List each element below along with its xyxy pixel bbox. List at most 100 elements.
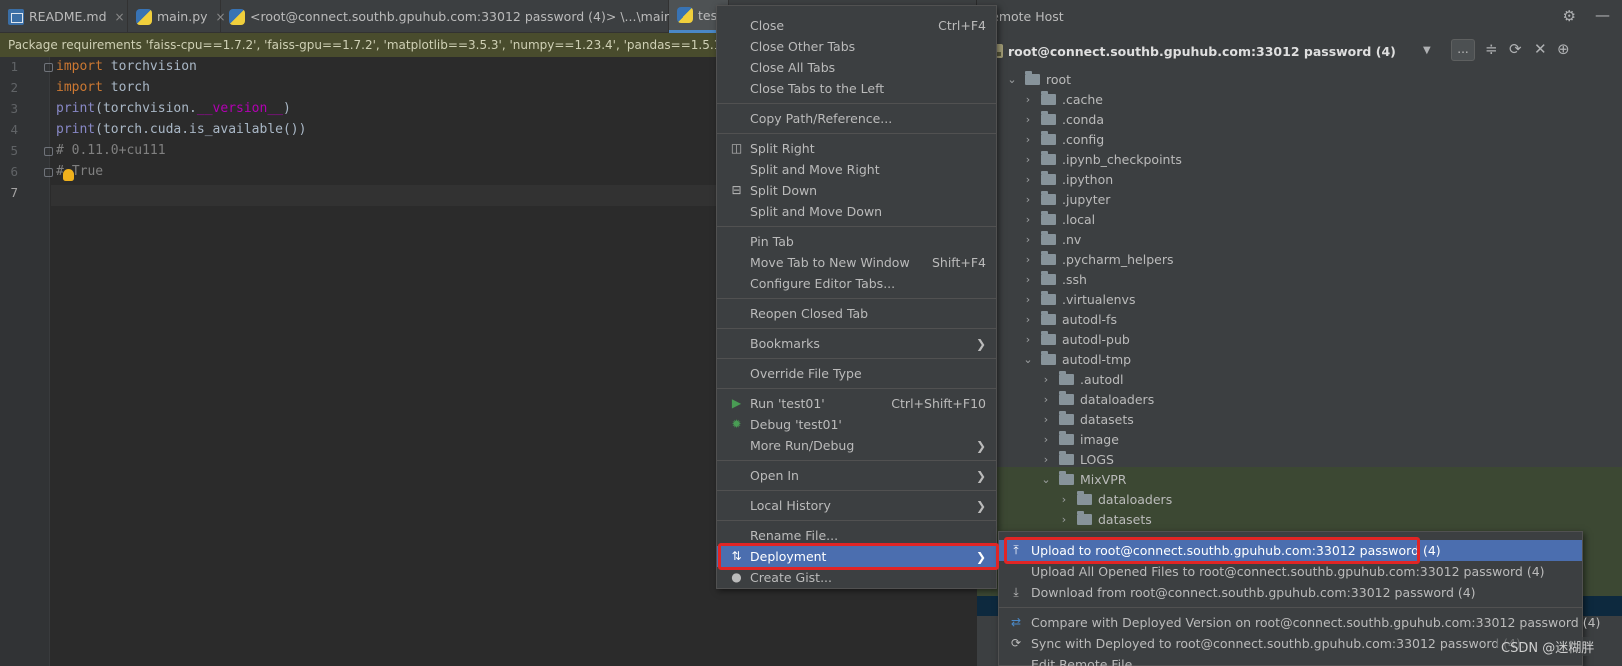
fold-marker-icon[interactable] bbox=[44, 63, 53, 72]
tree-folder-row[interactable]: › dataloaders bbox=[1039, 389, 1154, 409]
chevron-right-icon[interactable]: › bbox=[1021, 313, 1035, 326]
menu-item-configure-editor-tabs[interactable]: Configure Editor Tabs... bbox=[717, 273, 996, 294]
server-selector[interactable]: root@connect.southb.gpuhub.com:33012 pas… bbox=[977, 33, 1622, 69]
chevron-right-icon[interactable]: › bbox=[1057, 513, 1071, 526]
tree-folder-row[interactable]: › image bbox=[1039, 429, 1119, 449]
menu-item-open-in[interactable]: Open In ❯ bbox=[717, 465, 996, 486]
refresh-icon[interactable]: ⟳ bbox=[1509, 40, 1522, 58]
chevron-right-icon[interactable]: › bbox=[1021, 113, 1035, 126]
menu-item-override-file-type[interactable]: Override File Type bbox=[717, 363, 996, 384]
folder-icon bbox=[1077, 490, 1092, 505]
tree-folder-row[interactable]: › dataloaders bbox=[1057, 489, 1172, 509]
tree-folder-row[interactable]: › .virtualenvs bbox=[1021, 289, 1135, 309]
crosshair-icon[interactable]: ⊕ bbox=[1557, 40, 1570, 58]
menu-item-compare-deployed[interactable]: ⇄ Compare with Deployed Version on root@c… bbox=[999, 612, 1600, 633]
menu-item-split-right[interactable]: ◫ Split Right bbox=[717, 138, 996, 159]
tree-folder-row[interactable]: › .ipython bbox=[1021, 169, 1113, 189]
chevron-right-icon[interactable]: › bbox=[1021, 333, 1035, 346]
tree-folder-row[interactable]: › .ssh bbox=[1021, 269, 1087, 289]
tree-folder-row[interactable]: › LOGS bbox=[1039, 449, 1114, 469]
server-name: root@connect.southb.gpuhub.com:33012 pas… bbox=[1008, 43, 1396, 59]
sync-icon: ⟳ bbox=[1010, 636, 1022, 650]
dropdown-arrow-icon[interactable]: ▼ bbox=[1423, 45, 1431, 56]
menu-item-more-run-debug[interactable]: More Run/Debug ❯ bbox=[717, 435, 996, 456]
menu-item-close-tabs-left[interactable]: Close Tabs to the Left bbox=[717, 78, 996, 99]
menu-item-reopen-closed-tab[interactable]: Reopen Closed Tab bbox=[717, 303, 996, 324]
close-icon[interactable]: × bbox=[115, 10, 125, 24]
shortcut-label: Ctrl+F4 bbox=[938, 18, 986, 33]
tree-folder-row[interactable]: › .nv bbox=[1021, 229, 1081, 249]
chevron-right-icon[interactable]: › bbox=[1021, 153, 1035, 166]
fold-marker-icon[interactable] bbox=[44, 147, 53, 156]
tab-label: <root@connect.southb.gpuhub.com:33012 pa… bbox=[250, 9, 692, 24]
chevron-down-icon[interactable]: ⌄ bbox=[1005, 73, 1019, 86]
lightbulb-icon[interactable] bbox=[63, 169, 74, 181]
chevron-right-icon[interactable]: › bbox=[1039, 433, 1053, 446]
chevron-right-icon[interactable]: › bbox=[1039, 413, 1053, 426]
tree-folder-row[interactable]: › .pycharm_helpers bbox=[1021, 249, 1173, 269]
line-number: 7 bbox=[10, 185, 18, 200]
folder-icon bbox=[1059, 430, 1074, 445]
tree-folder-row[interactable]: › .cache bbox=[1021, 89, 1103, 109]
tree-folder-row[interactable]: › autodl-fs bbox=[1021, 309, 1117, 329]
menu-item-split-move-down[interactable]: Split and Move Down bbox=[717, 201, 996, 222]
tab-remote-main-py[interactable]: <root@connect.southb.gpuhub.com:33012 pa… bbox=[221, 0, 709, 33]
tree-folder-row[interactable]: › .autodl bbox=[1039, 369, 1124, 389]
chevron-right-icon[interactable]: › bbox=[1057, 493, 1071, 506]
tree-folder-row[interactable]: › datasets bbox=[1057, 509, 1152, 529]
chevron-down-icon[interactable]: ⌄ bbox=[1021, 353, 1035, 366]
tree-folder-label: dataloaders bbox=[1080, 391, 1155, 407]
tree-folder-row[interactable]: ⌄ autodl-tmp bbox=[1021, 349, 1131, 369]
tree-folder-row[interactable]: › datasets bbox=[1039, 409, 1134, 429]
gear-icon[interactable]: ⚙ bbox=[1563, 7, 1576, 25]
menu-item-bookmarks[interactable]: Bookmarks ❯ bbox=[717, 333, 996, 354]
chevron-right-icon[interactable]: › bbox=[1021, 193, 1035, 206]
tree-folder-row[interactable]: ⌄ root bbox=[1005, 69, 1071, 89]
menu-item-close[interactable]: Close Ctrl+F4 bbox=[717, 15, 996, 36]
menu-item-edit-remote-file[interactable]: Edit Remote File bbox=[999, 654, 1582, 666]
chevron-right-icon[interactable]: › bbox=[1021, 293, 1035, 306]
menu-item-split-down[interactable]: ⊟ Split Down bbox=[717, 180, 996, 201]
tab-readme[interactable]: README.md × bbox=[0, 0, 128, 33]
menu-item-upload-all[interactable]: Upload All Opened Files to root@connect.… bbox=[999, 561, 1582, 582]
fold-marker-icon[interactable] bbox=[44, 168, 53, 177]
tree-folder-row[interactable]: › autodl-pub bbox=[1021, 329, 1130, 349]
menu-item-download[interactable]: ⤓ Download from root@connect.southb.gpuhu… bbox=[999, 582, 1582, 603]
chevron-right-icon[interactable]: › bbox=[1021, 253, 1035, 266]
chevron-right-icon[interactable]: › bbox=[1021, 233, 1035, 246]
tree-folder-row[interactable]: › .local bbox=[1021, 209, 1095, 229]
chevron-right-icon[interactable]: › bbox=[1039, 453, 1053, 466]
chevron-right-icon[interactable]: › bbox=[1039, 373, 1053, 386]
chevron-right-icon[interactable]: › bbox=[1021, 273, 1035, 286]
menu-item-debug[interactable]: ✹ Debug 'test01' bbox=[717, 414, 996, 435]
chevron-right-icon[interactable]: › bbox=[1021, 173, 1035, 186]
menu-item-close-all-tabs[interactable]: Close All Tabs bbox=[717, 57, 996, 78]
tree-folder-row[interactable]: › .conda bbox=[1021, 109, 1104, 129]
menu-item-local-history[interactable]: Local History ❯ bbox=[717, 495, 996, 516]
menu-item-split-move-right[interactable]: Split and Move Right bbox=[717, 159, 996, 180]
menu-item-run[interactable]: ▶ Run 'test01' Ctrl+Shift+F10 bbox=[717, 393, 996, 414]
menu-item-copy-path[interactable]: Copy Path/Reference... bbox=[717, 108, 996, 129]
menu-item-move-tab-new-window[interactable]: Move Tab to New Window Shift+F4 bbox=[717, 252, 996, 273]
folder-icon bbox=[1059, 370, 1074, 385]
chevron-right-icon[interactable]: › bbox=[1021, 93, 1035, 106]
chevron-right-icon[interactable]: › bbox=[1039, 393, 1053, 406]
menu-item-close-other-tabs[interactable]: Close Other Tabs bbox=[717, 36, 996, 57]
chevron-down-icon[interactable]: ⌄ bbox=[1039, 473, 1053, 486]
tree-folder-row[interactable]: › .ipynb_checkpoints bbox=[1021, 149, 1182, 169]
tab-main-py[interactable]: main.py × bbox=[128, 0, 226, 33]
chevron-right-icon[interactable]: › bbox=[1021, 213, 1035, 226]
debug-bug-icon: ✹ bbox=[731, 417, 742, 431]
collapse-all-icon[interactable]: ≑ bbox=[1485, 40, 1498, 58]
menu-item-sync-deployed[interactable]: ⟳ Sync with Deployed to root@connect.sout… bbox=[999, 633, 1582, 654]
close-icon[interactable]: ✕ bbox=[1534, 40, 1547, 58]
menu-item-pin-tab[interactable]: Pin Tab bbox=[717, 231, 996, 252]
chevron-right-icon[interactable]: › bbox=[1021, 133, 1035, 146]
minimize-icon[interactable]: — bbox=[1595, 6, 1610, 24]
tree-folder-row[interactable]: › .config bbox=[1021, 129, 1104, 149]
tree-folder-row[interactable]: › .jupyter bbox=[1021, 189, 1110, 209]
menu-separator bbox=[717, 358, 996, 359]
browse-button[interactable]: ... bbox=[1451, 39, 1475, 61]
menu-item-create-gist[interactable]: ● Create Gist... bbox=[717, 567, 996, 588]
tree-folder-row[interactable]: ⌄ MixVPR bbox=[1039, 469, 1126, 489]
